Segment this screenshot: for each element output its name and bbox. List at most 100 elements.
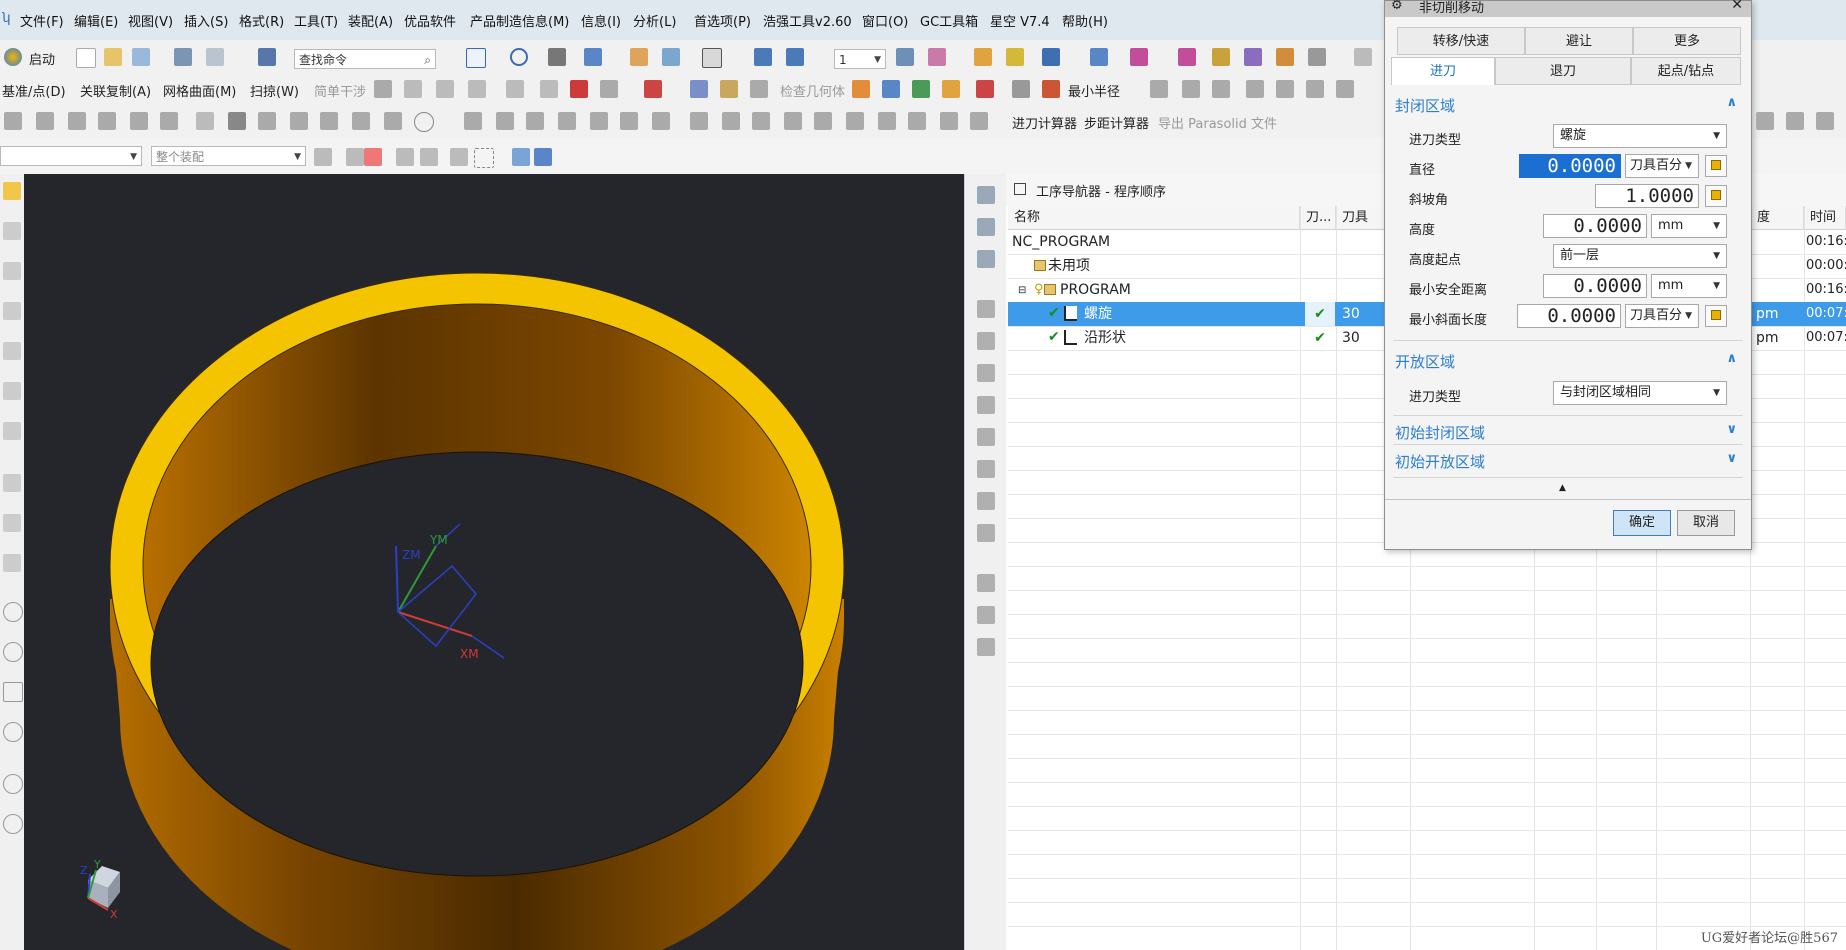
postprocess-icon[interactable] xyxy=(977,492,995,510)
engage-type-select[interactable]: 螺旋 ▼ xyxy=(1553,124,1727,148)
app-logo-icon[interactable]: ʮ xyxy=(2,11,11,26)
command-finder-icon[interactable] xyxy=(258,48,276,66)
diameter-unit-select[interactable]: 刀具百分 ▼ xyxy=(1625,154,1699,178)
point-b-icon[interactable] xyxy=(3,642,23,662)
start-icon[interactable] xyxy=(4,48,22,66)
min-radius-icon[interactable] xyxy=(1042,80,1060,98)
create-op-icon[interactable] xyxy=(977,300,995,318)
datum-point-menu[interactable]: 基准/点(D) xyxy=(2,81,66,100)
curve-tool-f-icon[interactable] xyxy=(3,514,21,532)
measure-length-icon[interactable] xyxy=(1178,48,1196,66)
menu-file[interactable]: 文件(F) xyxy=(20,11,64,30)
lock-icon[interactable] xyxy=(1705,185,1727,207)
selection-scope-select[interactable]: 整个装配 ▼ xyxy=(151,146,306,166)
col-header-check[interactable]: 刀... xyxy=(1300,206,1336,230)
move-object-icon[interactable] xyxy=(1042,48,1060,66)
blend-icon[interactable] xyxy=(940,112,958,130)
menu-help[interactable]: 帮助(H) xyxy=(1062,11,1108,30)
height-from-select[interactable]: 前一层 ▼ xyxy=(1553,244,1727,268)
surface-tool6-icon[interactable] xyxy=(540,80,558,98)
menu-pmi[interactable]: 产品制造信息(M) xyxy=(470,11,569,30)
geometry-view-icon[interactable] xyxy=(977,250,995,268)
menu-format[interactable]: 格式(R) xyxy=(239,11,284,30)
feature-tool13-icon[interactable] xyxy=(384,112,402,130)
block-icon[interactable] xyxy=(690,112,708,130)
overflow-tool-icon[interactable] xyxy=(1756,112,1774,130)
point-d-icon[interactable] xyxy=(3,722,23,742)
curve-tool-e-icon[interactable] xyxy=(3,474,21,492)
curve-tool7-icon[interactable] xyxy=(1336,80,1354,98)
feature-tool3-icon[interactable] xyxy=(68,112,86,130)
feature-tool10-icon[interactable] xyxy=(290,112,308,130)
output-cls-icon[interactable] xyxy=(977,638,995,656)
tab-start-drill-points[interactable]: 起点/钻点 xyxy=(1631,57,1741,85)
verify-icon[interactable] xyxy=(977,460,995,478)
fillet-icon[interactable] xyxy=(558,112,576,130)
new-file-icon[interactable] xyxy=(76,48,96,68)
cancel-button[interactable]: 取消 xyxy=(1677,510,1735,536)
menu-view[interactable]: 视图(V) xyxy=(128,11,173,30)
create-geometry-icon[interactable] xyxy=(977,364,995,382)
menu-haoqiang[interactable]: 浩强工具v2.60 xyxy=(763,11,852,30)
measure-icon[interactable] xyxy=(1090,48,1108,66)
mesh-surface-menu[interactable]: 网格曲面(M) xyxy=(163,81,236,100)
thicken-icon[interactable] xyxy=(970,112,988,130)
check-geometry-button[interactable]: 检查几何体 xyxy=(780,81,845,100)
tab-transfer-rapid[interactable]: 转移/快速 xyxy=(1397,27,1525,55)
curve-tool-g-icon[interactable] xyxy=(3,554,21,572)
chevron-down-icon[interactable]: ∨ xyxy=(1726,451,1737,466)
ok-button[interactable]: 确定 xyxy=(1613,510,1671,536)
min-safe-distance-input[interactable]: 0.0000 xyxy=(1543,274,1647,298)
point-e-icon[interactable] xyxy=(3,774,23,794)
cylinder-icon[interactable] xyxy=(722,112,740,130)
feature-tool8-icon[interactable] xyxy=(228,112,246,130)
navigator-pin-icon[interactable] xyxy=(1014,183,1026,195)
min-ramp-length-input[interactable]: 0.0000 xyxy=(1517,304,1621,328)
surface-tool-icon[interactable] xyxy=(374,80,392,98)
paint-icon[interactable] xyxy=(1308,48,1326,66)
height-input[interactable]: 0.0000 xyxy=(1543,214,1647,238)
menu-preferences[interactable]: 首选项(P) xyxy=(694,11,751,30)
measure-angle-icon[interactable] xyxy=(1212,48,1230,66)
overflow-tool2-icon[interactable] xyxy=(1786,112,1804,130)
search-icon[interactable]: ⌕ xyxy=(424,50,431,70)
face-tool-icon[interactable] xyxy=(690,80,708,98)
type-filter-select[interactable]: ▼ xyxy=(0,146,142,166)
min-radius-button[interactable]: 最小半径 xyxy=(1068,81,1120,100)
chamfer-icon[interactable] xyxy=(908,112,926,130)
shell-icon[interactable] xyxy=(846,112,864,130)
misc-tool-icon[interactable] xyxy=(1354,48,1372,66)
box-select-icon[interactable] xyxy=(474,148,494,168)
ruler-icon[interactable] xyxy=(720,80,738,98)
bridge-icon[interactable] xyxy=(590,112,608,130)
section-icon[interactable] xyxy=(630,48,648,66)
surface-tool5-icon[interactable] xyxy=(506,80,524,98)
deviation-icon[interactable] xyxy=(976,80,994,98)
menu-tools[interactable]: 工具(T) xyxy=(294,11,338,30)
render-style-icon[interactable] xyxy=(548,48,566,66)
col-header-name[interactable]: 名称 xyxy=(1008,206,1300,230)
open-area-header[interactable]: 开放区域 xyxy=(1395,351,1455,372)
simple-interference-button[interactable]: 简单干涉 xyxy=(314,81,366,100)
height-unit-select[interactable]: mm ▼ xyxy=(1651,214,1727,238)
curve-tool-icon[interactable] xyxy=(1150,80,1168,98)
wcs-icon[interactable] xyxy=(928,48,946,66)
diameter-input[interactable]: 0.0000 xyxy=(1519,154,1621,178)
edit-curve-icon[interactable] xyxy=(464,112,482,130)
select-body-icon[interactable] xyxy=(512,148,530,166)
chevron-up-icon[interactable]: ∧ xyxy=(1726,95,1737,110)
menu-edit[interactable]: 编辑(E) xyxy=(74,11,118,30)
overflow-tool3-icon[interactable] xyxy=(1816,112,1834,130)
draft-icon[interactable] xyxy=(942,80,960,98)
curve-tool5-icon[interactable] xyxy=(1276,80,1294,98)
curve-tool2-icon[interactable] xyxy=(1182,80,1200,98)
generate-path-icon[interactable] xyxy=(977,428,995,446)
feedrate-icon[interactable] xyxy=(977,606,995,624)
min-safe-unit-select[interactable]: mm ▼ xyxy=(1651,274,1727,298)
menu-xingkong[interactable]: 星空 V7.4 xyxy=(990,11,1050,30)
open-file-icon[interactable] xyxy=(104,48,122,66)
check-icon[interactable] xyxy=(750,80,768,98)
feature-tool7-icon[interactable] xyxy=(196,112,214,130)
layer-copy-icon[interactable] xyxy=(786,48,804,66)
snap-center-icon[interactable] xyxy=(450,148,468,166)
